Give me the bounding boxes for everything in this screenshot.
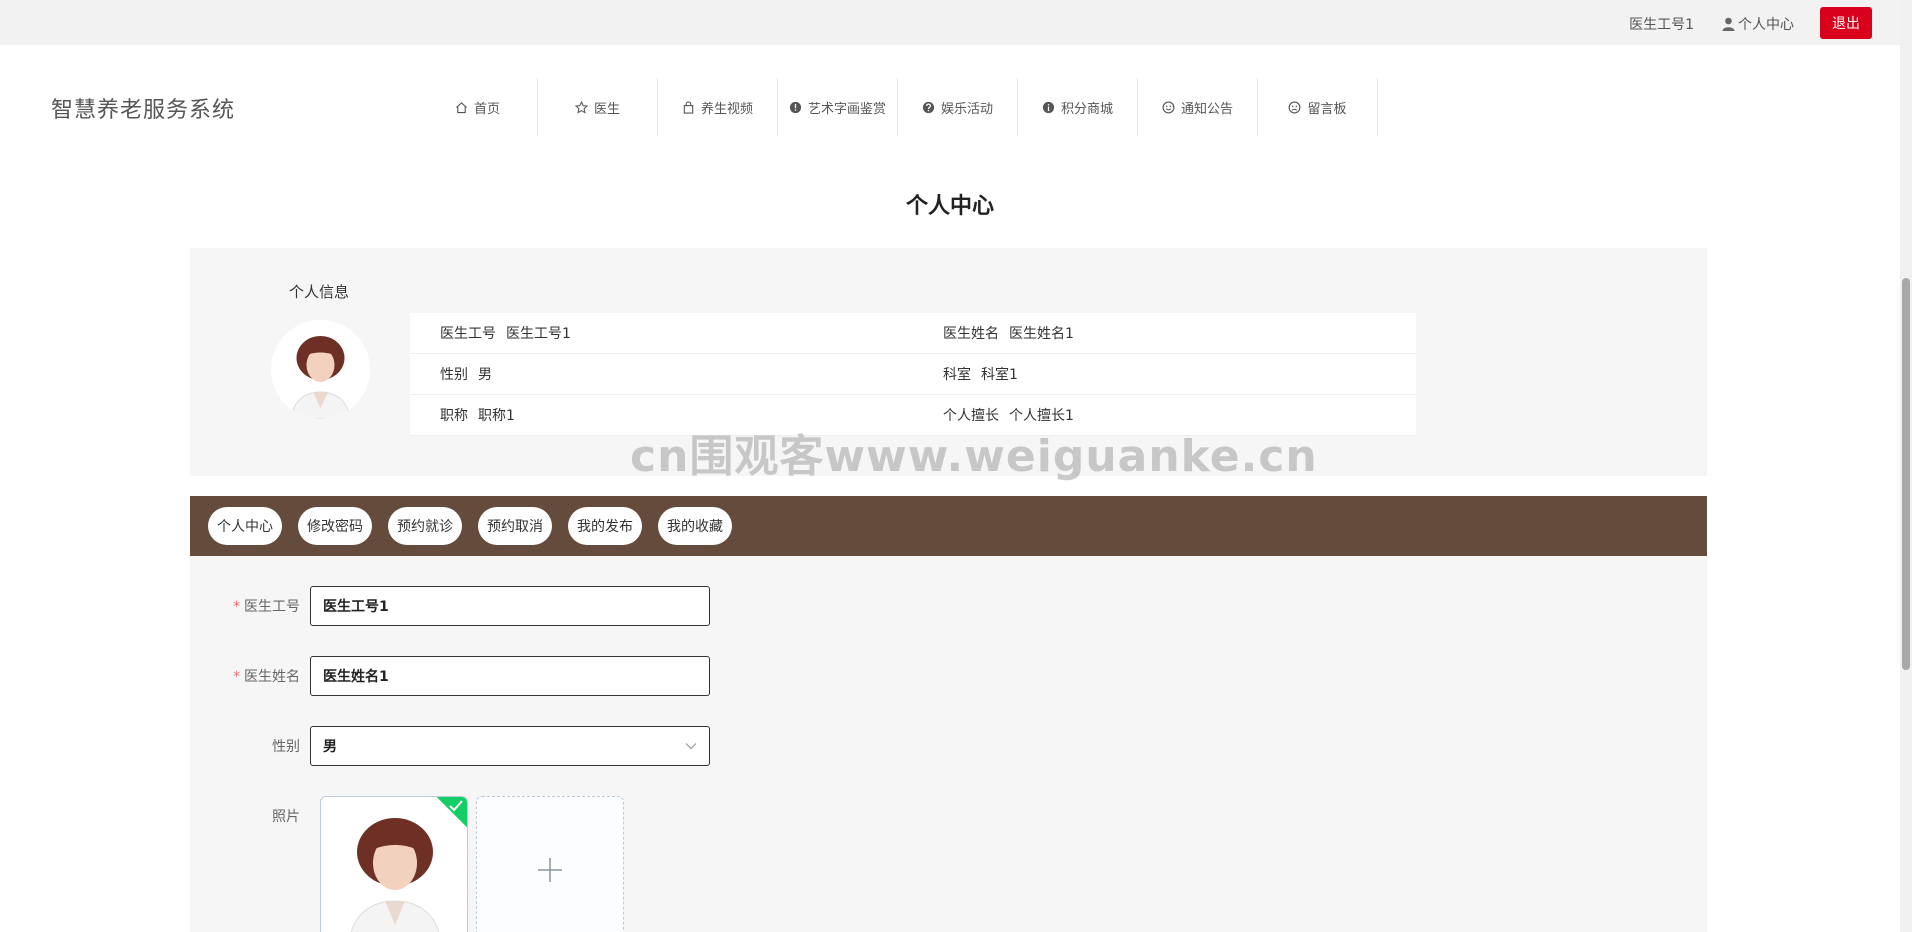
tab-appointment[interactable]: 预约就诊 (388, 507, 462, 545)
info-value: 医生工号1 (506, 326, 571, 342)
upload-add-button[interactable] (476, 796, 624, 932)
tab-my-favorites[interactable]: 我的收藏 (658, 507, 732, 545)
info-value: 医生姓名1 (1009, 326, 1074, 342)
info-key: 医生姓名 (943, 326, 999, 342)
nav-item-art[interactable]: 艺术字画鉴赏 (778, 78, 898, 136)
current-user-id: 医生工号1 (1629, 17, 1694, 33)
nav-item-health-video[interactable]: 养生视频 (658, 78, 778, 136)
info-icon (1042, 101, 1055, 113)
scrollbar-thumb[interactable] (1902, 278, 1910, 670)
nav-label: 留言板 (1307, 101, 1347, 117)
info-cell: 医生工号 医生工号1 (410, 323, 913, 343)
page-title: 个人中心 (905, 194, 994, 219)
required-mark: * (233, 669, 240, 685)
info-key: 科室 (943, 367, 971, 383)
info-key: 职称 (440, 408, 468, 424)
warning-icon (789, 101, 802, 113)
doctor-name-label-text: 医生姓名 (244, 669, 300, 685)
personal-info-heading: 个人信息 (289, 283, 350, 301)
profile-form: * 医生工号 医生工号1 * 医生姓名 医生姓名1 性别 男 照片 (190, 556, 1707, 932)
info-key: 性别 (440, 367, 468, 383)
check-icon (449, 800, 463, 812)
plus-icon (538, 858, 562, 882)
tab-personal-center[interactable]: 个人中心 (208, 507, 282, 545)
gender-label: 性别 (272, 739, 300, 755)
top-bar: 医生工号1 个人中心 退出 (0, 0, 1912, 45)
info-value: 职称1 (478, 408, 515, 424)
uploaded-photo[interactable] (320, 796, 468, 932)
doctor-avatar (271, 320, 370, 419)
nav-label: 艺术字画鉴赏 (807, 101, 886, 117)
info-cell: 性别男 (410, 364, 913, 384)
page-scrollbar[interactable] (1900, 0, 1912, 932)
logout-button[interactable]: 退出 (1820, 7, 1872, 39)
doctor-no-label: * 医生工号 (190, 596, 310, 616)
doctor-photo (321, 797, 467, 932)
gender-selected-value: 男 (323, 739, 337, 755)
form-row-gender: 性别 男 (190, 726, 710, 766)
doctor-no-input[interactable]: 医生工号1 (310, 586, 710, 626)
question-icon (922, 101, 935, 113)
tab-appointment-cancel[interactable]: 预约取消 (478, 507, 552, 545)
site-brand[interactable]: 智慧养老服务系统 (51, 92, 235, 124)
smile-icon (1162, 101, 1175, 113)
bag-icon (683, 100, 694, 114)
nav-item-message-board[interactable]: 留言板 (1258, 78, 1378, 136)
nav-item-home[interactable]: 首页 (418, 78, 538, 136)
info-row: 医生工号 医生工号1 医生姓名 医生姓名1 (410, 313, 1416, 354)
doctor-no-label-text: 医生工号 (244, 599, 300, 615)
nav-label: 通知公告 (1180, 101, 1233, 117)
doctor-name-input[interactable]: 医生姓名1 (310, 656, 710, 696)
home-icon (456, 101, 467, 113)
required-mark: * (233, 599, 240, 615)
tab-my-posts[interactable]: 我的发布 (568, 507, 642, 545)
doctor-portrait (271, 320, 370, 419)
nav-item-doctor[interactable]: 医生 (538, 78, 658, 136)
nav-label: 积分商城 (1060, 101, 1113, 117)
star-icon (574, 100, 588, 114)
info-cell: 医生姓名 医生姓名1 (913, 323, 1416, 343)
info-value: 男 (478, 367, 492, 383)
doctor-name-label: * 医生姓名 (190, 666, 310, 686)
form-row-doctor-no: * 医生工号 医生工号1 (190, 586, 710, 626)
watermark: cn围观客www.weiguanke.cn (630, 431, 1318, 482)
info-cell: 科室 科室1 (913, 364, 1416, 384)
gender-select[interactable]: 男 (310, 726, 710, 766)
personal-center-label: 个人中心 (1738, 17, 1794, 33)
info-value: 科室1 (981, 367, 1018, 383)
form-row-doctor-name: * 医生姓名 医生姓名1 (190, 656, 710, 696)
info-row: 性别男 科室 科室1 (410, 354, 1416, 395)
user-center-tabbar: 个人中心 修改密码 预约就诊 预约取消 我的发布 我的收藏 (190, 496, 1707, 556)
main-nav: 首页 医生 养生视频 艺术字画鉴赏 娱乐活动 积分商城 通知公告 留言板 (418, 78, 1378, 136)
nav-label: 养生视频 (700, 101, 753, 117)
form-row-photo: 照片 (190, 806, 310, 826)
nav-item-notice[interactable]: 通知公告 (1138, 78, 1258, 136)
nav-label: 娱乐活动 (940, 101, 993, 117)
info-key: 医生工号 (440, 326, 496, 342)
nav-item-entertainment[interactable]: 娱乐活动 (898, 78, 1018, 136)
personal-center-link[interactable]: 个人中心 (1722, 14, 1794, 34)
nav-item-points-mall[interactable]: 积分商城 (1018, 78, 1138, 136)
photo-label: 照片 (272, 809, 300, 825)
sad-icon (1289, 101, 1301, 113)
nav-label: 首页 (473, 101, 500, 117)
personal-info-table: 医生工号 医生工号1 医生姓名 医生姓名1 性别男 科室 科室1 职称 职称1 个人擅长… (410, 313, 1416, 436)
tab-change-password[interactable]: 修改密码 (298, 507, 372, 545)
nav-label: 医生 (593, 101, 620, 117)
chevron-down-icon (685, 743, 697, 750)
user-icon (1722, 17, 1735, 31)
